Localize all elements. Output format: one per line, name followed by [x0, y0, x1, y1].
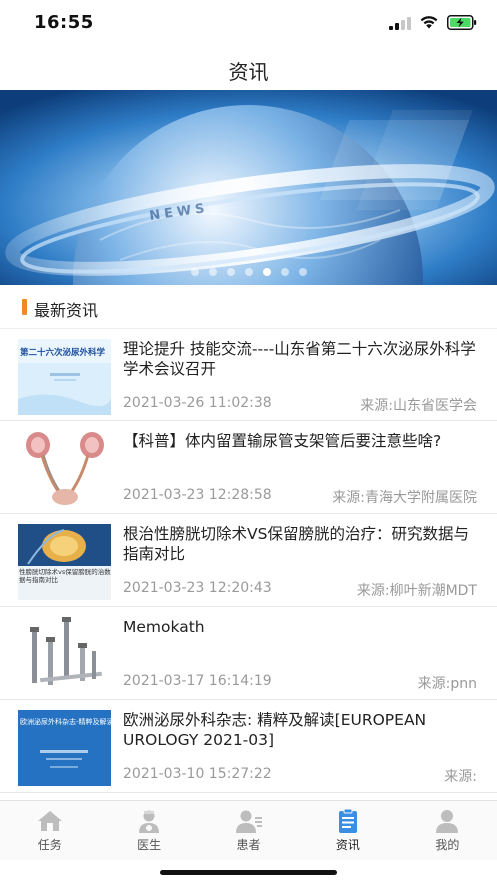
- page-title: 资讯: [228, 60, 269, 84]
- news-item[interactable]: 性膀胱切除术vs保留膀胱的治数据与指南对比 根治性膀胱切除术VS保留膀胱的治疗：…: [0, 514, 497, 607]
- section-header: 最新资讯: [0, 292, 497, 322]
- home-indicator: [160, 870, 337, 875]
- carousel-dot[interactable]: [298, 268, 307, 276]
- carousel-dot[interactable]: [226, 268, 235, 276]
- battery-charging-icon: [447, 15, 477, 30]
- news-icon: [338, 809, 357, 833]
- section-accent-bar: [22, 299, 27, 315]
- tab-news[interactable]: 资讯: [298, 801, 397, 860]
- news-source: 来源:pnn: [417, 676, 477, 692]
- news-thumbnail: 欧洲泌尿外科杂志-精粹及解读: [18, 710, 111, 786]
- tab-label: 我的: [435, 838, 460, 852]
- news-date: 2021-03-23 12:28:58: [123, 487, 272, 503]
- patient-icon: [235, 810, 262, 833]
- thumb-caption: 性膀胱切除术vs保留膀胱的治数据与指南对比: [19, 568, 111, 584]
- banner-carousel[interactable]: NEWS: [0, 90, 497, 285]
- news-source: 来源:柳叶新潮MDT: [356, 583, 477, 599]
- tab-bar: 任务 医生 患者 资讯 我的: [0, 800, 497, 860]
- nav-bar: 资讯: [0, 46, 497, 90]
- section-title: 最新资讯: [34, 301, 99, 320]
- news-title: 【科普】体内留置输尿管支架管后要注意些啥?: [123, 432, 442, 450]
- status-icons: [389, 15, 477, 30]
- news-date: 2021-03-10 15:27:22: [123, 766, 272, 782]
- news-source: 来源:: [444, 769, 477, 785]
- tab-label: 医生: [137, 838, 162, 852]
- carousel-dot[interactable]: [190, 268, 199, 276]
- tab-profile[interactable]: 我的: [398, 801, 497, 860]
- news-date: 2021-03-17 16:14:19: [123, 673, 272, 689]
- tab-label: 任务: [37, 838, 62, 852]
- carousel-dot[interactable]: [262, 268, 271, 276]
- status-time: 16:55: [34, 12, 94, 33]
- news-source: 来源:青海大学附属医院: [332, 490, 477, 506]
- news-date: 2021-03-23 12:20:43: [123, 580, 272, 596]
- carousel-dot[interactable]: [244, 268, 253, 276]
- signal-icon: [389, 16, 411, 30]
- carousel-dot[interactable]: [208, 268, 217, 276]
- news-thumbnail: [18, 431, 111, 507]
- news-item[interactable]: Memokath 2021-03-17 16:14:19 来源:pnn: [0, 607, 497, 700]
- news-item[interactable]: 第二十六次泌尿外科学 理论提升 技能交流----山东省第二十六次泌尿外科学学术会…: [0, 328, 497, 421]
- banner-image: NEWS: [0, 90, 497, 285]
- news-thumbnail: [18, 617, 111, 693]
- status-bar: 16:55: [0, 0, 497, 46]
- news-item[interactable]: 【科普】体内留置输尿管支架管后要注意些啥? 2021-03-23 12:28:5…: [0, 421, 497, 514]
- wifi-icon: [420, 16, 438, 29]
- news-list: 第二十六次泌尿外科学 理论提升 技能交流----山东省第二十六次泌尿外科学学术会…: [0, 328, 497, 793]
- thumb-caption: 第二十六次泌尿外科学: [20, 347, 106, 358]
- doctor-icon: [139, 810, 160, 833]
- news-thumbnail: 性膀胱切除术vs保留膀胱的治数据与指南对比: [18, 524, 111, 600]
- tab-label: 资讯: [335, 838, 360, 852]
- news-title: 理论提升 技能交流----山东省第二十六次泌尿外科学学术会议召开: [123, 340, 476, 378]
- tab-patient[interactable]: 患者: [199, 801, 298, 860]
- profile-icon: [436, 810, 459, 833]
- news-source: 来源:山东省医学会: [360, 398, 477, 414]
- news-title: 欧洲泌尿外科杂志: 精粹及解读[EUROPEAN UROLOGY 2021-03…: [123, 711, 427, 749]
- news-item[interactable]: 欧洲泌尿外科杂志-精粹及解读 欧洲泌尿外科杂志: 精粹及解读[EUROPEAN …: [0, 700, 497, 793]
- thumb-caption: 欧洲泌尿外科杂志-精粹及解读: [20, 718, 111, 726]
- news-thumbnail: 第二十六次泌尿外科学: [18, 339, 111, 415]
- news-date: 2021-03-26 11:02:38: [123, 395, 272, 411]
- news-title: 根治性膀胱切除术VS保留膀胱的治疗：研究数据与指南对比: [123, 525, 469, 563]
- tab-task[interactable]: 任务: [0, 801, 99, 860]
- news-title: Memokath: [123, 618, 205, 636]
- tab-label: 患者: [236, 838, 261, 852]
- tab-doctor[interactable]: 医生: [99, 801, 198, 860]
- carousel-dots: [0, 268, 497, 276]
- home-icon: [37, 811, 62, 831]
- carousel-dot[interactable]: [280, 268, 289, 276]
